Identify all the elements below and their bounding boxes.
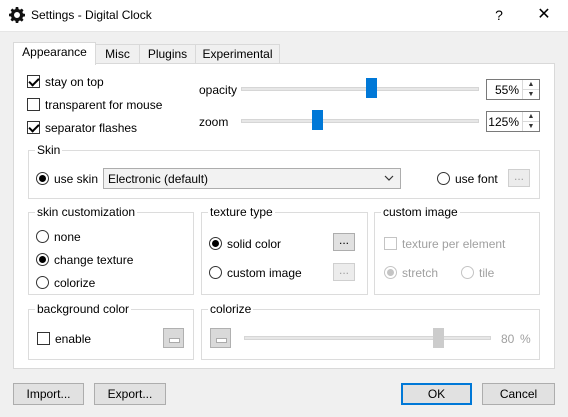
zoom-spinbox[interactable]: 125% ▲ ▼: [486, 111, 540, 132]
spin-up-icon[interactable]: ▲: [523, 112, 539, 122]
custom-image-browse-button[interactable]: ...: [333, 263, 355, 281]
custom-image-radio[interactable]: [209, 266, 222, 279]
spin-up-icon[interactable]: ▲: [523, 80, 539, 90]
opacity-label: opacity: [199, 83, 238, 97]
colorize-color-swatch[interactable]: [210, 328, 231, 348]
transparent-for-mouse-label: transparent for mouse: [45, 98, 163, 112]
opacity-value: 55%: [494, 83, 519, 97]
spin-down-icon[interactable]: ▼: [523, 90, 539, 99]
tab-appearance[interactable]: Appearance: [13, 42, 96, 65]
custom-image-label: custom image: [227, 266, 302, 280]
ok-button[interactable]: OK: [401, 383, 472, 405]
zoom-slider-thumb[interactable]: [311, 110, 323, 130]
use-skin-label: use skin: [54, 172, 99, 186]
custom-image-group: custom image texture per element stretch…: [374, 205, 540, 295]
skin-select[interactable]: Electronic (default): [103, 168, 401, 189]
solid-color-label: solid color: [227, 237, 282, 251]
customization-change-texture-radio[interactable]: [36, 253, 49, 266]
opacity-slider-thumb[interactable]: [365, 78, 377, 98]
zoom-label: zoom: [199, 115, 229, 129]
tab-plugins[interactable]: Plugins: [139, 44, 196, 64]
solid-color-radio[interactable]: [209, 237, 222, 250]
custom-image-title: custom image: [381, 205, 460, 219]
texture-per-element-checkbox[interactable]: [384, 237, 397, 250]
colorize-unit: %: [520, 332, 531, 346]
customization-colorize-radio[interactable]: [36, 276, 49, 289]
chevron-down-icon: [384, 175, 394, 181]
background-enable-label: enable: [55, 332, 92, 346]
spin-down-icon[interactable]: ▼: [523, 122, 539, 131]
opacity-slider-track[interactable]: [241, 87, 479, 91]
zoom-value: 125%: [488, 115, 519, 129]
customization-none-label: none: [54, 230, 81, 244]
stretch-label: stretch: [402, 266, 439, 280]
texture-type-title: texture type: [208, 205, 275, 219]
background-color-group: background color enable: [28, 302, 194, 360]
texture-type-group: texture type solid color ... custom imag…: [201, 205, 368, 295]
solid-color-picker-button[interactable]: ...: [333, 233, 355, 251]
opacity-spinbox[interactable]: 55% ▲ ▼: [486, 79, 540, 100]
gear-icon: [9, 7, 25, 23]
use-skin-radio[interactable]: [36, 172, 49, 185]
colorize-group: colorize 80 %: [201, 302, 540, 360]
skin-select-value: Electronic (default): [108, 172, 209, 186]
opacity-spin-arrows: ▲ ▼: [522, 80, 539, 99]
background-enable-checkbox[interactable]: [37, 332, 50, 345]
skin-group-title: Skin: [35, 143, 63, 157]
skin-customization-group: skin customization none change texture c…: [28, 205, 194, 295]
font-select-button[interactable]: ...: [508, 169, 530, 187]
customization-none-radio[interactable]: [36, 230, 49, 243]
colorize-slider-thumb[interactable]: [432, 328, 444, 348]
window-title: Settings - Digital Clock: [31, 8, 152, 22]
colorize-value: 80: [501, 332, 515, 346]
separator-flashes-label: separator flashes: [45, 121, 138, 135]
zoom-slider-track[interactable]: [241, 119, 479, 123]
stay-on-top-label: stay on top: [45, 75, 104, 89]
import-button[interactable]: Import...: [13, 383, 84, 405]
appearance-panel: stay on top transparent for mouse separa…: [13, 63, 555, 369]
use-font-radio[interactable]: [437, 172, 450, 185]
colorize-title: colorize: [208, 302, 254, 316]
cancel-button[interactable]: Cancel: [482, 383, 555, 405]
tab-misc[interactable]: Misc: [95, 44, 140, 64]
skin-group: Skin use skin Electronic (default) use f…: [28, 143, 540, 199]
transparent-for-mouse-checkbox[interactable]: [27, 98, 40, 111]
close-button[interactable]: ✕: [532, 5, 556, 25]
separator-flashes-checkbox[interactable]: [27, 121, 40, 134]
customization-change-texture-label: change texture: [54, 253, 134, 267]
zoom-spin-arrows: ▲ ▼: [522, 112, 539, 131]
export-button[interactable]: Export...: [94, 383, 166, 405]
customization-colorize-label: colorize: [54, 276, 96, 290]
texture-per-element-label: texture per element: [402, 237, 506, 251]
tile-radio[interactable]: [461, 266, 474, 279]
colorize-slider-track[interactable]: [244, 336, 491, 340]
help-button[interactable]: ?: [488, 5, 510, 25]
background-color-swatch[interactable]: [163, 328, 184, 348]
use-font-label: use font: [455, 172, 498, 186]
tile-label: tile: [479, 266, 495, 280]
background-color-title: background color: [35, 302, 132, 316]
skin-customization-title: skin customization: [35, 205, 138, 219]
stretch-radio[interactable]: [384, 266, 397, 279]
stay-on-top-checkbox[interactable]: [27, 75, 40, 88]
title-bar: Settings - Digital Clock ? ✕: [0, 0, 568, 32]
tab-experimental[interactable]: Experimental: [195, 44, 280, 64]
